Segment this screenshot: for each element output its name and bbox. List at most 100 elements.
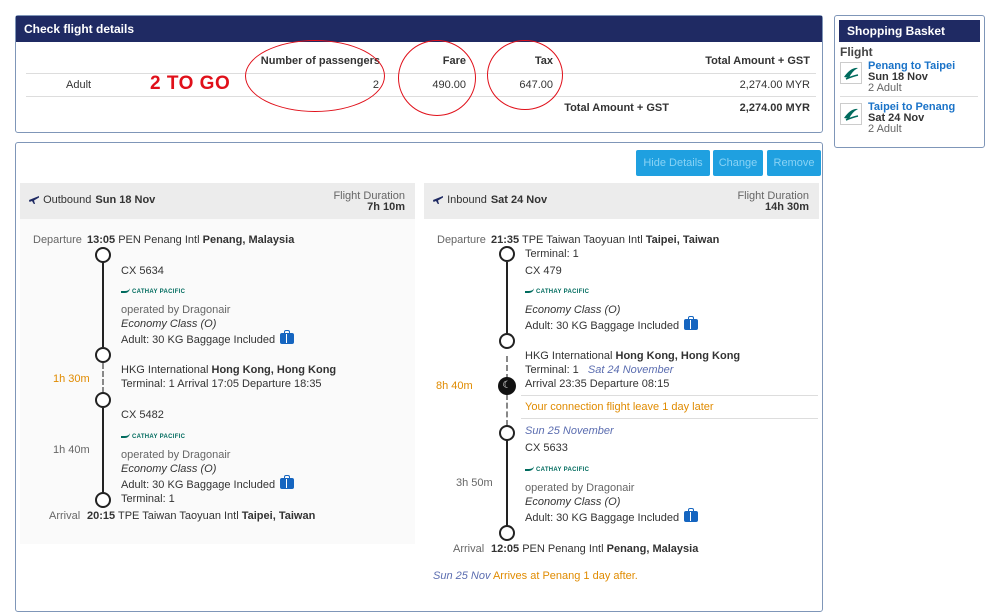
timeline-layover-line <box>506 394 508 426</box>
change-button[interactable]: Change <box>713 150 763 176</box>
inbound-duration: Flight Duration 14h 30m <box>737 191 809 213</box>
arrival-info: 20:15 TPE Taiwan Taoyuan Intl Taipei, Ta… <box>87 510 315 522</box>
hide-details-button[interactable]: Hide Details <box>636 150 710 176</box>
baggage-info: Adult: 30 KG Baggage Included <box>121 330 295 346</box>
dep-city: Penang, Malaysia <box>202 234 295 246</box>
timeline-node <box>499 425 515 441</box>
footnote-text: Arrives at Penang 1 day after. <box>492 570 638 582</box>
arr-time: 12:05 <box>491 543 520 555</box>
flight-time: 1h 40m <box>53 444 90 456</box>
dep-airport: PEN Penang Intl <box>118 234 200 246</box>
arrival-label: Arrival <box>49 510 81 522</box>
operated-by: operated by Dragonair <box>525 482 635 494</box>
basket-title: Shopping Basket <box>839 20 980 42</box>
timeline-line <box>102 408 104 494</box>
highlight-circle-tax <box>487 40 563 110</box>
outbound-direction: Outbound Sun 18 Nov <box>28 193 155 206</box>
cathay-pacific-logo: CATHAY PACIFIC <box>121 433 185 440</box>
transit-info: Arrival 23:35 Departure 08:15 <box>525 378 670 390</box>
inbound-label: Inbound <box>447 194 487 206</box>
row-total-value: 2,274.00 MYR <box>739 79 810 91</box>
plane-icon <box>433 196 443 204</box>
timeline-node <box>499 333 515 349</box>
outbound-label: Outbound <box>43 194 92 206</box>
timeline-line <box>102 255 104 347</box>
baggage-info: Adult: 30 KG Baggage Included <box>121 475 295 491</box>
divider <box>840 96 978 97</box>
timeline-node <box>95 392 111 408</box>
baggage-icon <box>684 316 699 330</box>
divider <box>521 395 818 396</box>
remove-button[interactable]: Remove <box>767 150 821 176</box>
timeline-node <box>499 246 515 262</box>
outbound-date: Sun 18 Nov <box>95 194 156 206</box>
total-label: Total Amount + GST <box>564 102 669 114</box>
timeline-node <box>499 525 515 541</box>
arr-city: Taipei, Taiwan <box>241 510 316 522</box>
baggage-icon <box>280 475 295 489</box>
timeline-node <box>95 492 111 508</box>
arr-time: 20:15 <box>87 510 116 522</box>
cathay-pacific-logo: CATHAY PACIFIC <box>121 288 185 295</box>
basket-section-flight: Flight <box>840 45 873 59</box>
transit-airport: HKG International Hong Kong, Hong Kong <box>121 364 337 376</box>
moon-icon: ☾ <box>498 377 516 395</box>
departure-label: Departure <box>33 234 82 246</box>
baggage-info: Adult: 30 KG Baggage Included <box>525 316 699 332</box>
cathay-logo-icon <box>840 103 862 125</box>
inbound-direction: Inbound Sat 24 Nov <box>432 193 547 206</box>
arr-city: Penang, Malaysia <box>606 543 699 555</box>
operated-by: operated by Dragonair <box>121 304 231 316</box>
transit-date: Sat 24 November <box>587 364 674 376</box>
dep-airport: TPE Taiwan Taoyuan Intl <box>522 234 643 246</box>
arrival-footnote: Sun 25 Nov Arrives at Penang 1 day after… <box>433 570 638 582</box>
layover-time: 1h 30m <box>53 373 90 385</box>
flight-number: CX 5482 <box>121 409 164 421</box>
highlight-circle-fare <box>398 40 476 116</box>
header-total: Total Amount + GST <box>705 55 810 67</box>
timeline-line <box>506 262 508 340</box>
cathay-pacific-logo: CATHAY PACIFIC <box>525 288 589 295</box>
connection-note: Your connection flight leave 1 day later <box>525 401 714 413</box>
footnote-date: Sun 25 Nov <box>433 570 491 582</box>
baggage-info: Adult: 30 KG Baggage Included <box>525 508 699 524</box>
row-label-adult: Adult <box>66 79 92 91</box>
panel-title: Check flight details <box>16 16 822 42</box>
cabin-class: Economy Class (O) <box>121 318 217 330</box>
baggage-icon <box>684 508 699 522</box>
arrival-info: 12:05 PEN Penang Intl Penang, Malaysia <box>491 543 698 555</box>
timeline-node <box>95 247 111 263</box>
cathay-logo-icon <box>840 62 862 84</box>
departure-info: 21:35 TPE Taiwan Taoyuan Intl Taipei, Ta… <box>491 234 719 246</box>
cabin-class: Economy Class (O) <box>525 304 621 316</box>
segment-date: Sun 25 November <box>525 425 614 437</box>
departure-info: 13:05 PEN Penang Intl Penang, Malaysia <box>87 234 294 246</box>
duration-value: 14h 30m <box>764 201 809 213</box>
basket-item-pax: 2 Adult <box>868 123 902 135</box>
departure-label: Departure <box>437 234 486 246</box>
cabin-class: Economy Class (O) <box>121 463 217 475</box>
plane-icon <box>29 196 39 204</box>
timeline-node <box>95 347 111 363</box>
cathay-pacific-logo: CATHAY PACIFIC <box>525 466 589 473</box>
highlight-circle-passengers <box>245 40 385 112</box>
cabin-class: Economy Class (O) <box>525 496 621 508</box>
total-value: 2,274.00 MYR <box>739 102 810 114</box>
flight-number: CX 5634 <box>121 265 164 277</box>
arr-airport: PEN Penang Intl <box>522 543 604 555</box>
arrival-terminal: Terminal: 1 <box>121 493 175 505</box>
inbound-date: Sat 24 Nov <box>490 194 548 206</box>
transit-airport: HKG International Hong Kong, Hong Kong <box>525 350 741 362</box>
outbound-duration: Flight Duration 7h 10m <box>333 191 405 213</box>
layover-time: 8h 40m <box>436 380 473 392</box>
annotation-2-to-go: 2 TO GO <box>150 73 231 94</box>
outbound-header: Outbound Sun 18 Nov Flight Duration 7h 10… <box>20 183 415 219</box>
divider <box>521 418 818 419</box>
flight-time: 3h 50m <box>456 477 493 489</box>
dep-time: 13:05 <box>87 234 116 246</box>
dep-city: Taipei, Taiwan <box>645 234 720 246</box>
duration-value: 7h 10m <box>367 201 405 213</box>
arr-airport: TPE Taiwan Taoyuan Intl <box>118 510 239 522</box>
departure-terminal: Terminal: 1 <box>525 248 579 260</box>
arrival-label: Arrival <box>453 543 485 555</box>
